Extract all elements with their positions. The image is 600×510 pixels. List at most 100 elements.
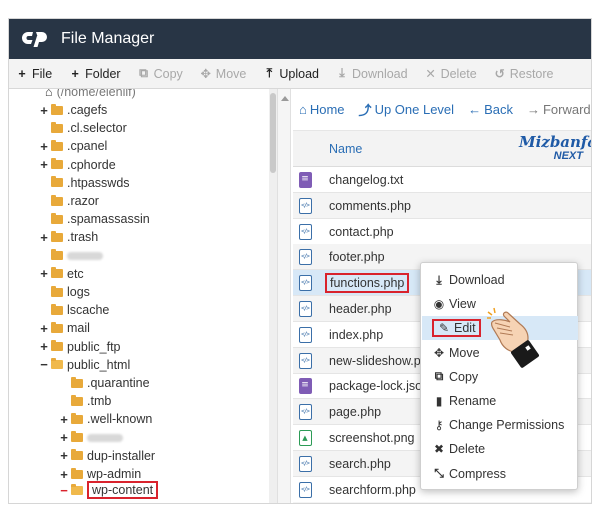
directory-tree: ⌂ (/home/eleniif) + .cagefs .cl.selector +.…	[9, 89, 277, 503]
expand-icon[interactable]: +	[59, 412, 69, 427]
context-menu-label: Download	[449, 273, 505, 287]
cpanel-logo-icon	[21, 28, 51, 50]
toolbar-button-label: Copy	[153, 66, 183, 81]
up-one-level-button[interactable]: ⤴ Up One Level	[359, 100, 455, 119]
tree-item[interactable]: + etc	[39, 265, 83, 283]
code-file-icon	[299, 404, 312, 421]
tree-item[interactable]: +	[59, 429, 123, 447]
expand-icon[interactable]: +	[59, 448, 69, 463]
file-row[interactable]: changelog.txt	[293, 167, 591, 193]
folder-icon	[51, 267, 63, 279]
context-menu-delete[interactable]: ✖ Delete	[422, 437, 578, 461]
tree-item[interactable]: + dup-installer	[59, 447, 155, 465]
tree-item[interactable]: + .trash	[39, 228, 98, 246]
compress-icon: ⤡	[434, 466, 444, 481]
file-name: footer.php	[329, 250, 385, 265]
context-menu-rename[interactable]: ▮ Rename	[422, 389, 578, 413]
tree-item[interactable]: + public_ftp	[39, 338, 120, 356]
tree-item[interactable]: aiowps_backups	[79, 501, 199, 503]
tree-item[interactable]: .tmb	[59, 392, 111, 410]
expand-icon[interactable]: +	[39, 103, 49, 118]
pointing-hand-icon	[486, 306, 546, 372]
tree-scrollbar-thumb[interactable]	[270, 93, 276, 173]
tree-item-label: .well-known	[87, 412, 153, 427]
folder-icon	[51, 285, 63, 297]
tree-item-label: .cpanel	[67, 139, 108, 154]
toolbar-restore-button[interactable]: ↺ Restore	[493, 66, 553, 82]
tree-item[interactable]: + mail	[39, 319, 90, 337]
expand-icon[interactable]: +	[39, 321, 49, 336]
collapse-arrow-icon[interactable]	[279, 93, 291, 103]
toolbar-download-button[interactable]: ⤓ Download	[335, 66, 407, 81]
expand-icon[interactable]: +	[39, 230, 49, 245]
toolbar-copy-button[interactable]: ⧉ Copy	[137, 66, 183, 81]
collapse-icon[interactable]: −	[39, 357, 49, 372]
file-name: package-lock.json	[329, 379, 430, 394]
tree-item-label: mail	[67, 321, 90, 336]
tree-item-label: wp-admin	[87, 467, 142, 481]
code-file-icon	[299, 249, 312, 266]
tree-item[interactable]: − public_html	[39, 356, 130, 374]
back-button[interactable]: ← Back	[468, 102, 513, 117]
folder-icon	[51, 121, 63, 133]
file-row[interactable]: side-navigation.php	[293, 502, 591, 503]
code-file-icon	[299, 275, 312, 292]
code-file-icon	[299, 352, 312, 369]
folder-icon	[51, 212, 63, 224]
tree-item[interactable]: .cl.selector	[39, 119, 127, 137]
forward-button[interactable]: → Forward	[527, 102, 591, 117]
tree-item[interactable]: − wp-content	[59, 481, 159, 500]
context-menu-label: Delete	[449, 442, 486, 457]
image-file-icon	[299, 430, 312, 446]
name-column-header[interactable]: Name	[329, 142, 362, 156]
folder-icon	[51, 321, 63, 333]
tree-item[interactable]: + .cpanel	[39, 137, 107, 155]
pencil-icon: ✎	[438, 321, 450, 336]
tree-item[interactable]: + .well-known	[59, 410, 152, 428]
tree-item[interactable]: lscache	[39, 301, 109, 319]
expand-icon[interactable]: +	[59, 467, 69, 482]
expand-icon[interactable]: +	[39, 157, 49, 172]
file-row[interactable]: contact.php	[293, 219, 591, 245]
expand-icon[interactable]: +	[39, 139, 49, 154]
tree-item[interactable]: .htpasswds	[39, 174, 130, 192]
tree-item[interactable]	[39, 247, 103, 265]
tree-scrollbar[interactable]	[269, 89, 277, 503]
context-menu-label: View	[449, 297, 476, 312]
file-name: new-slideshow.php	[329, 353, 435, 368]
expand-icon[interactable]: +	[39, 339, 49, 354]
home-icon: ⌂	[299, 102, 307, 117]
tree-item-label: lscache	[67, 303, 110, 318]
copy-icon: ⧉	[139, 66, 149, 80]
tree-item[interactable]: .razor	[39, 192, 99, 210]
toolbar-file-button[interactable]: + File	[15, 67, 52, 81]
redacted-folder-name	[67, 251, 103, 260]
folder-open-icon	[51, 358, 63, 370]
file-row[interactable]: comments.php	[293, 192, 591, 219]
tree-item[interactable]: + .cagefs	[39, 101, 107, 119]
toolbar-upload-button[interactable]: ⤒ Upload	[262, 66, 319, 81]
toolbar-delete-button[interactable]: ✕ Delete	[424, 66, 477, 82]
file-icon: ▮	[435, 394, 443, 408]
folder-icon	[51, 194, 63, 206]
pane-splitter[interactable]	[277, 89, 291, 503]
folder-icon	[71, 394, 83, 406]
tree-item[interactable]: logs	[39, 283, 90, 301]
context-menu-compress[interactable]: ⤡ Compress	[422, 462, 578, 486]
context-menu-download[interactable]: ⤓ Download	[422, 268, 578, 292]
toolbar-button-label: Delete	[440, 66, 477, 81]
file-name: comments.php	[329, 198, 411, 213]
expand-icon[interactable]: +	[59, 430, 69, 445]
expand-icon[interactable]: +	[39, 266, 49, 281]
tree-item[interactable]: .spamassassin	[39, 210, 150, 228]
key-icon: ⚷	[434, 418, 444, 433]
tree-item[interactable]: + .cphorde	[39, 156, 115, 174]
tree-root[interactable]: ⌂ (/home/eleniif)	[45, 89, 136, 101]
home-button[interactable]: ⌂ Home	[299, 102, 345, 117]
context-menu-change-permissions[interactable]: ⚷ Change Permissions	[422, 413, 578, 437]
tree-item[interactable]: .quarantine	[59, 374, 150, 392]
toolbar-move-button[interactable]: ✥ Move	[199, 66, 247, 82]
collapse-icon[interactable]: −	[59, 483, 69, 498]
toolbar-folder-button[interactable]: + Folder	[68, 67, 121, 81]
context-menu-label: Edit	[454, 321, 476, 336]
